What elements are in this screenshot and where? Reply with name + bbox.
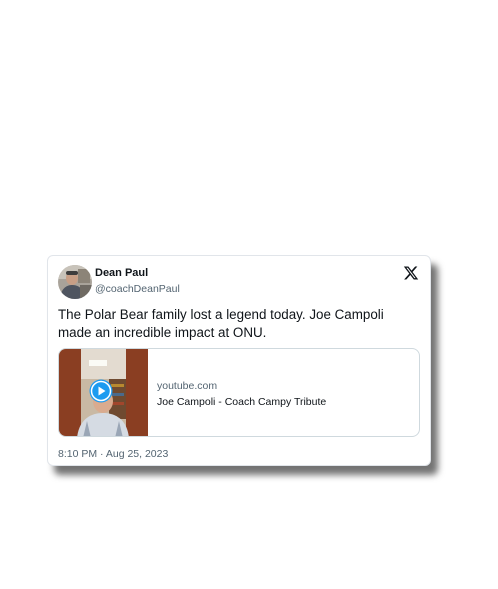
link-domain: youtube.com [157,380,218,392]
tweet-text: The Polar Bear family lost a legend toda… [58,307,384,340]
tweet-timestamp[interactable]: 8:10 PM · Aug 25, 2023 [58,448,168,460]
author-handle[interactable]: @coachDeanPaul [95,283,180,295]
link-preview-card[interactable]: youtube.com Joe Campoli - Coach Campy Tr… [58,348,420,437]
tweet-embed-card[interactable]: Dean Paul @coachDeanPaul The Polar Bear … [47,255,431,466]
video-thumbnail[interactable] [59,349,148,436]
play-icon[interactable] [89,379,113,403]
author-avatar[interactable] [58,265,92,299]
author-display-name[interactable]: Dean Paul [95,267,148,279]
link-title[interactable]: Joe Campoli - Coach Campy Tribute [157,396,326,408]
x-logo-icon[interactable] [403,265,419,281]
avatar-image [58,265,92,299]
